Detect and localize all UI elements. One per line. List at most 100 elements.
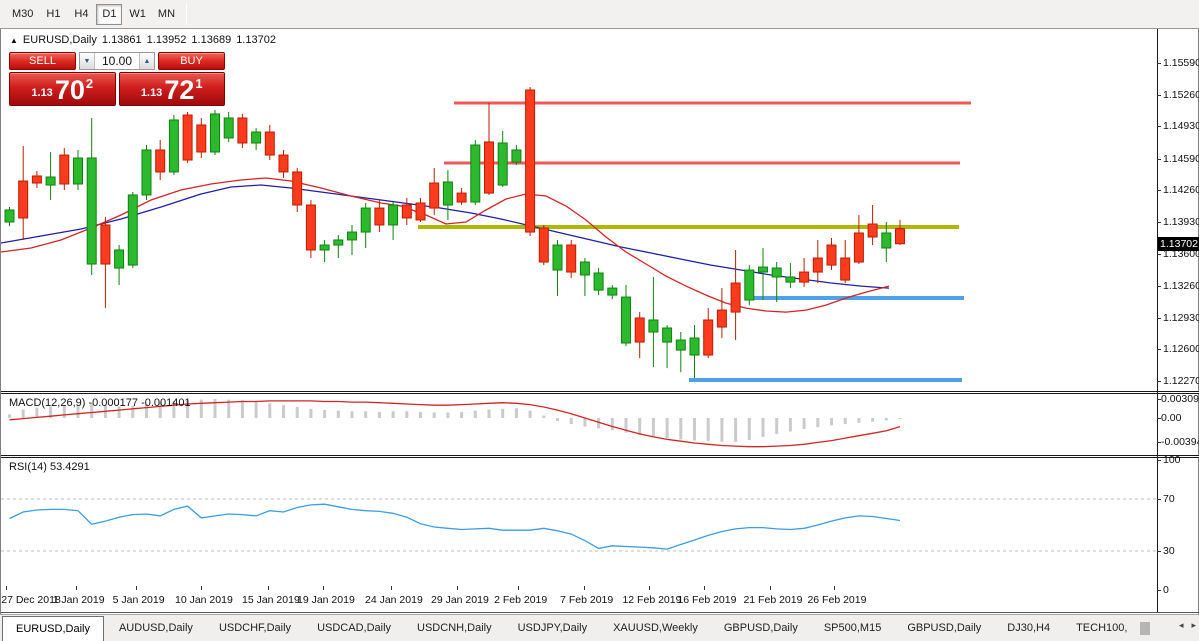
time-axis-tick — [201, 586, 202, 590]
time-axis-tick — [518, 586, 519, 590]
symbol-tab-sp500-m15[interactable]: SP500,M15 — [811, 615, 894, 641]
chart-title: ▲ EURUSD,Daily 1.13861 1.13952 1.13689 1… — [10, 34, 276, 46]
volume-increase-button[interactable]: ▲ — [139, 53, 154, 69]
pane-separator[interactable] — [1, 455, 1199, 458]
timeframe-button-d1[interactable]: D1 — [96, 4, 122, 25]
ohlc-high: 1.13952 — [147, 34, 187, 46]
macd-axis-label: -0.003947 — [1161, 436, 1199, 448]
chart-workspace: ▲ EURUSD,Daily 1.13861 1.13952 1.13689 1… — [0, 29, 1199, 614]
macd-axis-label: 0.003095 — [1161, 393, 1199, 405]
time-axis-tick — [391, 586, 392, 590]
time-axis-date-label: 16 Feb 2019 — [677, 594, 736, 606]
candlestick-layer — [5, 87, 905, 378]
macd-label: MACD(12,26,9) -0.000177 -0.001401 — [9, 397, 191, 409]
time-axis-date-label: 15 Jan 2019 — [242, 594, 300, 606]
time-axis-date-label: 10 Jan 2019 — [175, 594, 233, 606]
symbol-tabbar: EURUSD,DailyAUDUSD,DailyUSDCHF,DailyUSDC… — [0, 614, 1199, 641]
tab-scroll-left-icon[interactable]: ◂ — [1179, 620, 1184, 631]
tab-scroll-right-icon[interactable]: ▸ — [1191, 620, 1196, 631]
rsi-axis-tick — [1157, 460, 1161, 461]
volume-decrease-button[interactable]: ▼ — [80, 53, 95, 69]
axis-divider — [1157, 29, 1158, 612]
time-axis-tick — [704, 586, 705, 590]
symbol-tab-usdcnh-daily[interactable]: USDCNH,Daily — [404, 615, 505, 641]
timeframe-button-m30[interactable]: M30 — [7, 4, 38, 25]
sell-price-display[interactable]: 1.13702 — [9, 72, 116, 106]
price-axis-tick — [1157, 126, 1161, 127]
timeframe-button-h1[interactable]: H1 — [40, 4, 66, 25]
pane-separator[interactable] — [1, 391, 1199, 394]
symbol-tab-gbpusd-daily[interactable]: GBPUSD,Daily — [894, 615, 994, 641]
timeframe-button-w1[interactable]: W1 — [124, 4, 151, 25]
time-axis-date-label: 5 Jan 2019 — [113, 594, 165, 606]
price-axis-label: 1.14260 — [1163, 184, 1199, 196]
time-axis-tick — [6, 586, 7, 590]
time-axis-tick — [770, 586, 771, 590]
sell-price-main: 70 — [55, 77, 85, 103]
time-axis-tick — [834, 586, 835, 590]
current-price-badge: 1.13702 — [1158, 237, 1199, 251]
rsi-axis-label: 30 — [1163, 545, 1175, 557]
symbol-tab-audusd-daily[interactable]: AUDUSD,Daily — [106, 615, 206, 641]
one-click-trading-panel: SELL ▼ ▲ BUY 1.13702 1.13721 — [9, 52, 225, 106]
buy-price-prefix: 1.13 — [141, 87, 162, 99]
sell-price-prefix: 1.13 — [31, 87, 52, 99]
collapse-chart-icon[interactable]: ▲ — [10, 36, 18, 45]
time-axis-date-label: 21 Feb 2019 — [743, 594, 802, 606]
time-axis-date-label: 24 Jan 2019 — [365, 594, 423, 606]
price-axis-tick — [1157, 63, 1161, 64]
time-axis-date-label: 29 Jan 2019 — [431, 594, 489, 606]
time-axis-tick — [76, 586, 77, 590]
time-axis-date-label: 7 Feb 2019 — [560, 594, 613, 606]
time-axis-tick — [457, 586, 458, 590]
time-axis-date-label: 1 Jan 2019 — [53, 594, 105, 606]
buy-price-display[interactable]: 1.13721 — [119, 72, 226, 106]
price-axis-label: 1.12930 — [1163, 312, 1199, 324]
symbol-tab-usdjpy-daily[interactable]: USDJPY,Daily — [505, 615, 601, 641]
symbol-tab-tech100-[interactable]: TECH100, — [1063, 615, 1140, 641]
timeframe-button-mn[interactable]: MN — [153, 4, 180, 25]
price-axis-tick — [1157, 190, 1161, 191]
symbol-tab-dj30-h4[interactable]: DJ30,H4 — [994, 615, 1063, 641]
price-axis-label: 1.13930 — [1163, 216, 1199, 228]
buy-price-main: 72 — [164, 77, 194, 103]
time-axis-date-label: 2 Feb 2019 — [494, 594, 547, 606]
price-axis-label: 1.15590 — [1163, 57, 1199, 69]
price-axis-tick — [1157, 254, 1161, 255]
buy-button[interactable]: BUY — [158, 52, 225, 70]
symbol-tab-usdcad-daily[interactable]: USDCAD,Daily — [304, 615, 404, 641]
timeframe-button-h4[interactable]: H4 — [68, 4, 94, 25]
price-axis-tick — [1157, 381, 1161, 382]
price-axis-tick — [1157, 222, 1161, 223]
symbol-tab-usdchf-daily[interactable]: USDCHF,Daily — [206, 615, 304, 641]
symbol-tab-eurusd-daily[interactable]: EURUSD,Daily — [2, 616, 104, 641]
price-axis-label: 1.14590 — [1163, 153, 1199, 165]
time-axis[interactable]: 27 Dec 20181 Jan 20195 Jan 201910 Jan 20… — [1, 586, 1157, 612]
ohlc-open: 1.13861 — [102, 34, 142, 46]
price-axis-tick — [1157, 159, 1161, 160]
price-axis-label: 1.12270 — [1163, 375, 1199, 387]
rsi-axis-label: 100 — [1163, 454, 1181, 466]
price-axis-tick — [1157, 318, 1161, 319]
sell-button[interactable]: SELL — [9, 52, 76, 70]
price-axis-label: 1.15260 — [1163, 89, 1199, 101]
time-axis-date-label: 19 Jan 2019 — [297, 594, 355, 606]
toolbar-separator — [186, 3, 187, 25]
tab-separator — [1149, 622, 1150, 635]
rsi-label: RSI(14) 53.4291 — [9, 461, 90, 473]
rsi-axis-tick — [1157, 499, 1161, 500]
time-axis-tick — [136, 586, 137, 590]
rsi-chart[interactable] — [1, 458, 1157, 585]
chart-symbol-label: EURUSD,Daily — [23, 34, 97, 46]
rsi-axis-tick — [1157, 590, 1161, 591]
trading-terminal-window: M30H1H4D1W1MN ▲ EURUSD,Daily 1.13861 1.1… — [0, 0, 1199, 641]
ohlc-close: 1.13702 — [236, 34, 276, 46]
macd-axis-label: 0.00 — [1161, 412, 1181, 424]
symbol-tab-gbpusd-daily[interactable]: GBPUSD,Daily — [711, 615, 811, 641]
ohlc-low: 1.13689 — [191, 34, 231, 46]
rsi-axis-label: 0 — [1163, 584, 1169, 596]
symbol-tab-xauusd-weekly[interactable]: XAUUSD,Weekly — [600, 615, 711, 641]
rsi-axis-label: 70 — [1163, 493, 1175, 505]
volume-input[interactable] — [95, 53, 139, 69]
price-axis-label: 1.12600 — [1163, 343, 1199, 355]
